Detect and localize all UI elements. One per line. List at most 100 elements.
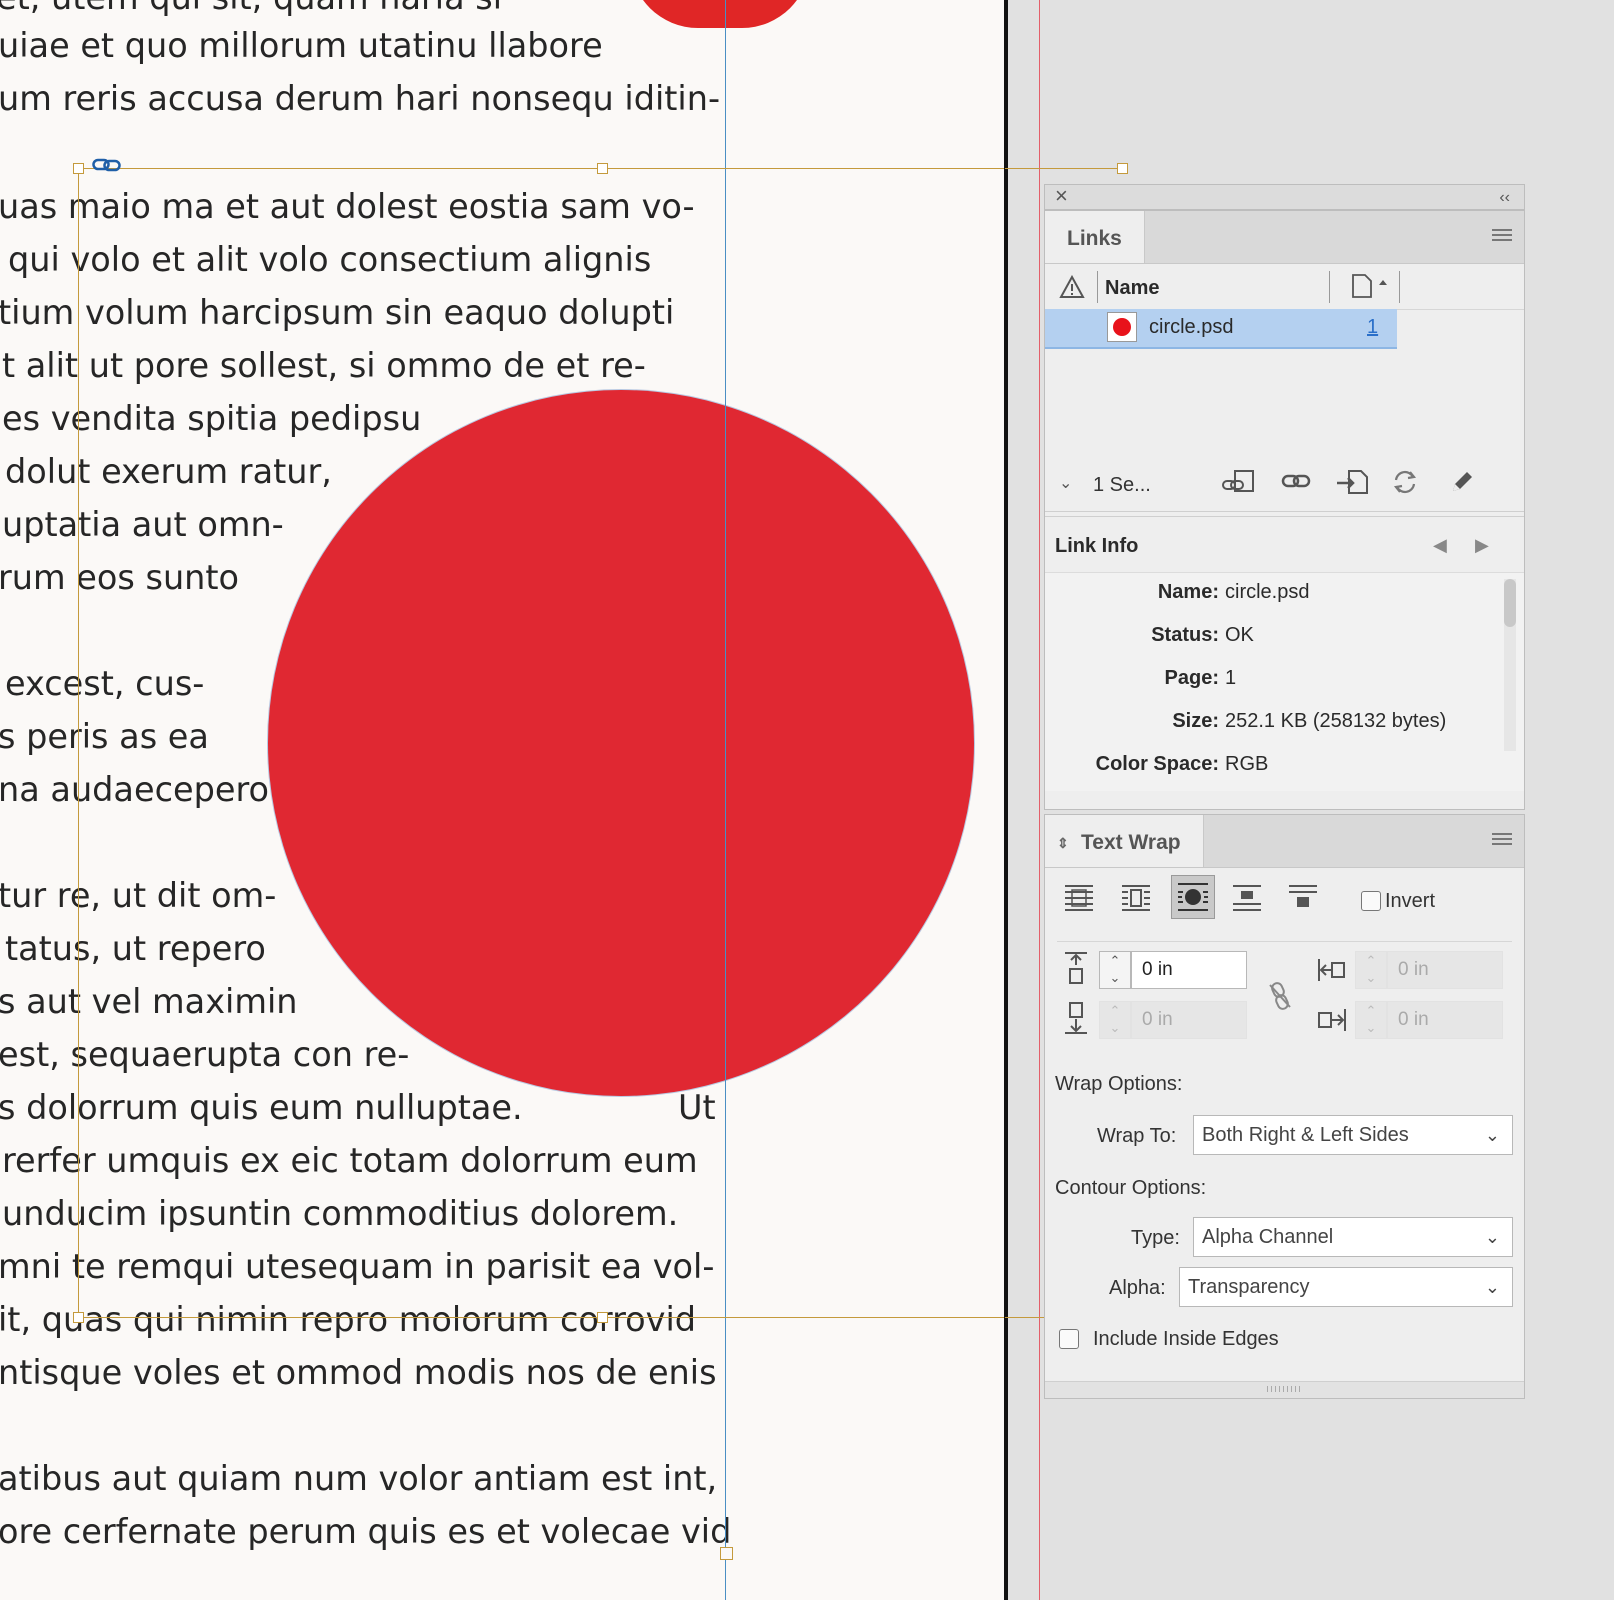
previous-arrow-icon[interactable]: ◀ [1433, 534, 1447, 556]
text-line: uiae et quo millorum utatinu llabore [0, 26, 603, 65]
tab-text-wrap[interactable]: ⇕ Text Wrap [1045, 815, 1204, 867]
frame-bottom-edge [78, 1317, 1005, 1318]
text-line: excest, cus- [5, 664, 205, 703]
bottom-offset-stepper[interactable]: ⌃ ⌄ [1099, 1001, 1131, 1039]
edit-original-icon[interactable] [1449, 469, 1475, 500]
wrap-bounding-box-icon[interactable] [1120, 883, 1152, 918]
red-shape-top [630, 0, 810, 28]
right-offset-field[interactable]: 0 in [1387, 1001, 1503, 1039]
text-line: rerfer umquis ex eic totam dolorrum eum [2, 1141, 698, 1180]
text-line: um reris accusa derum hari nonsequ iditi… [0, 79, 721, 118]
frame-handle[interactable] [597, 1312, 608, 1323]
tab-links[interactable]: Links [1045, 211, 1145, 263]
text-wrap-panel: ⇕ Text Wrap Invert ⌃ ⌄ 0 in ⌃ ⌄ 0 in ⌃ ⌄… [1044, 814, 1525, 1399]
contour-type-select[interactable]: Alpha Channel ⌄ [1193, 1217, 1513, 1257]
frame-handle[interactable] [73, 1312, 84, 1323]
wrap-to-label: Wrap To: [1097, 1125, 1177, 1147]
jump-to-next-column-icon[interactable] [1287, 883, 1319, 918]
text-line: Ut [678, 1088, 716, 1127]
column-guide [725, 0, 726, 1600]
page-edge [1004, 0, 1008, 1600]
wrap-options-label: Wrap Options: [1055, 1073, 1183, 1095]
text-line: unducim ipsuntin commoditius dolorem. [2, 1194, 679, 1233]
type-label: Type: [1131, 1227, 1180, 1249]
next-arrow-icon[interactable]: ▶ [1475, 534, 1489, 556]
chevron-down-icon: ⌄ [1484, 1277, 1500, 1297]
alpha-select[interactable]: Transparency ⌄ [1179, 1267, 1513, 1307]
collapse-icon[interactable]: ‹‹ [1499, 187, 1510, 209]
text-line: est, sequaerupta con re- [0, 1035, 410, 1074]
selection-status: 1 Se... [1093, 474, 1151, 496]
panel-dock-header: × ‹‹ [1044, 184, 1525, 210]
no-wrap-icon[interactable] [1063, 883, 1095, 918]
jump-object-icon[interactable] [1231, 883, 1263, 918]
update-link-icon[interactable] [1391, 469, 1419, 500]
left-offset-icon [1317, 957, 1347, 988]
left-offset-stepper[interactable]: ⌃ ⌄ [1355, 951, 1387, 989]
links-toolbar: ⌄ 1 Se... [1045, 451, 1524, 512]
text-line: es vendita spitia pedipsu [2, 399, 422, 438]
close-icon[interactable]: × [1055, 185, 1068, 207]
panel-menu-icon[interactable] [1492, 833, 1512, 847]
text-line: dolut exerum ratur, [5, 452, 332, 491]
contour-options-label: Contour Options: [1055, 1177, 1207, 1199]
text-line: uas maio ma et aut dolest eostia sam vo- [0, 187, 695, 226]
top-offset-stepper[interactable]: ⌃ ⌄ [1099, 951, 1131, 989]
text-line: tatus, ut repero [5, 929, 266, 968]
go-to-link-icon[interactable] [1335, 469, 1369, 500]
text-line: rum eos sunto [0, 558, 240, 597]
link-chain-icon[interactable] [92, 158, 122, 172]
text-line: qui volo et alit volo consectium alignis [8, 240, 652, 279]
warning-icon[interactable] [1059, 274, 1085, 304]
frame-handle[interactable] [1117, 163, 1128, 174]
chevron-down-icon: ⌄ [1484, 1227, 1500, 1247]
text-line: et, utem qui sit, quam haria si [0, 0, 502, 18]
top-offset-field[interactable]: 0 in [1131, 951, 1247, 989]
text-line: tur re, ut dit om- [0, 876, 277, 915]
frame-handle[interactable] [73, 163, 84, 174]
text-line: uptatia aut omn- [2, 505, 284, 544]
chevron-down-icon[interactable]: ⌄ [1059, 473, 1072, 495]
right-offset-icon [1317, 1007, 1347, 1038]
link-row[interactable]: circle.psd 1 [1045, 309, 1397, 349]
link-page-number[interactable]: 1 [1367, 316, 1378, 339]
page-column-icon[interactable] [1351, 273, 1391, 304]
frame-top-edge [78, 168, 1005, 169]
thumbnail-swatch [1107, 312, 1137, 342]
text-wrap-tab-strip: ⇕ Text Wrap [1045, 815, 1524, 868]
link-info-title: Link Info [1055, 535, 1139, 557]
frame-top-edge-overhang [1005, 168, 1122, 169]
link-file-name: circle.psd [1149, 316, 1234, 338]
chevron-down-icon: ⌄ [1484, 1125, 1500, 1145]
circle-graphic[interactable] [268, 390, 974, 1096]
wrap-object-shape-icon[interactable] [1171, 875, 1215, 919]
left-offset-field[interactable]: 0 in [1387, 951, 1503, 989]
top-offset-icon [1063, 951, 1089, 990]
right-offset-stepper[interactable]: ⌃ ⌄ [1355, 1001, 1387, 1039]
relink-to-folder-icon[interactable] [1221, 469, 1257, 500]
document-page[interactable]: et, utem qui sit, quam haria si uiae et … [0, 0, 1005, 1600]
text-line: na audaecepero [0, 770, 270, 809]
make-settings-same-icon[interactable] [1267, 981, 1293, 1016]
wrap-to-select[interactable]: Both Right & Left Sides ⌄ [1193, 1115, 1513, 1155]
frame-handle[interactable] [597, 163, 608, 174]
invert-checkbox[interactable] [1361, 891, 1381, 911]
bottom-offset-icon [1063, 1001, 1089, 1040]
relink-icon[interactable] [1281, 473, 1311, 494]
links-panel: Links Name circle.psd 1 ⌄ 1 Se... Link I… [1044, 210, 1525, 810]
text-line: atibus aut quiam num volor antiam est in… [0, 1459, 718, 1498]
text-line: mni te remqui utesequam in parisit ea vo… [0, 1247, 715, 1286]
links-column-header: Name [1045, 263, 1524, 310]
include-inside-edges-checkbox[interactable] [1059, 1329, 1079, 1349]
info-scrollbar[interactable] [1504, 579, 1516, 751]
panel-menu-icon[interactable] [1492, 229, 1512, 243]
wrap-buttons: Invert [1045, 867, 1524, 937]
text-overflow-port[interactable] [720, 1547, 733, 1560]
column-name[interactable]: Name [1105, 277, 1159, 300]
bottom-offset-field[interactable]: 0 in [1131, 1001, 1247, 1039]
links-tab-strip: Links [1045, 211, 1524, 264]
expand-toggle-icon[interactable]: ⇕ [1057, 815, 1069, 871]
include-inside-edges-label: Include Inside Edges [1093, 1328, 1279, 1350]
resize-grip[interactable] [1045, 1381, 1524, 1398]
bleed-guide [1039, 0, 1040, 1600]
